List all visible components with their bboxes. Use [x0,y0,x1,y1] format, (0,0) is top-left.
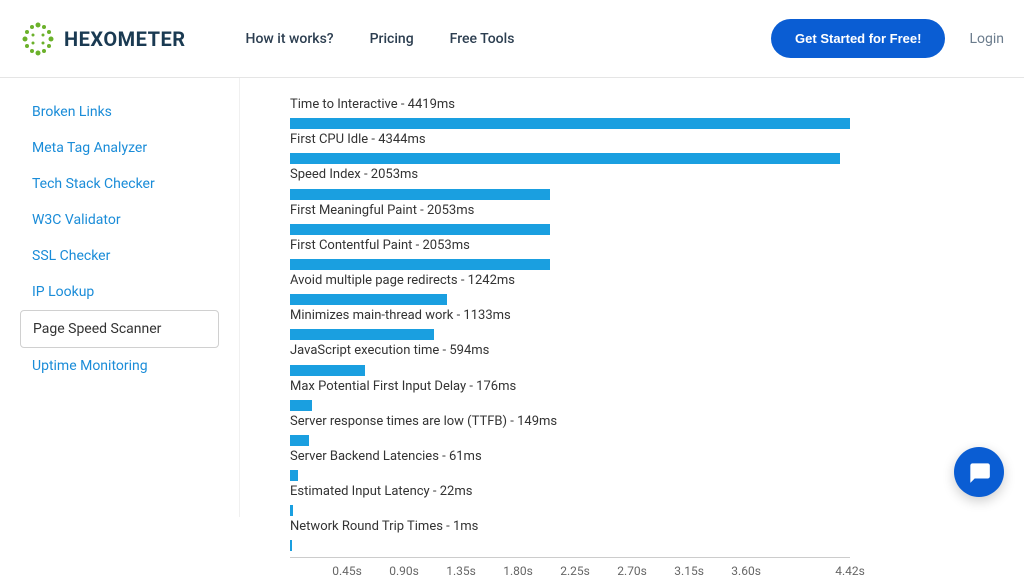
chart-bar [290,224,550,235]
chart-row: Avoid multiple page redirects - 1242ms [290,272,1004,305]
chart-bar [290,470,298,481]
chart-label: Avoid multiple page redirects - 1242ms [290,272,1004,290]
chart-bar-wrap [290,505,850,516]
sidebar-item-ssl[interactable]: SSL Checker [20,238,219,274]
chart-bar-wrap [290,470,850,481]
chart-area: Time to Interactive - 4419ms First CPU Id… [240,78,1024,517]
chart-bar-wrap [290,153,850,164]
sidebar-item-ip-lookup[interactable]: IP Lookup [20,274,219,310]
chat-widget-button[interactable] [954,447,1004,497]
chart-label: First Meaningful Paint - 2053ms [290,202,1004,220]
chart-bar-wrap [290,540,850,551]
axis-tick: 1.80s [503,564,533,578]
chart-bar [290,153,840,164]
chart-bar-wrap [290,365,850,376]
chart-label: Minimizes main-thread work - 1133ms [290,307,1004,325]
axis-tick: 2.70s [617,564,647,578]
chart-label: Time to Interactive - 4419ms [290,96,1004,114]
chart-bar [290,505,293,516]
sidebar-item-w3c[interactable]: W3C Validator [20,202,219,238]
chart-bar [290,259,550,270]
chart-label: Speed Index - 2053ms [290,166,1004,184]
logo-icon [20,21,56,57]
axis-tick: 2.25s [560,564,590,578]
header-right: Get Started for Free! Login [771,19,1004,58]
axis-tick: 1.35s [446,564,476,578]
sidebar: Broken Links Meta Tag Analyzer Tech Stac… [0,78,240,517]
logo[interactable]: HEXOMETER [20,21,186,57]
chart-row: First Meaningful Paint - 2053ms [290,202,1004,235]
chart-row: Estimated Input Latency - 22ms [290,483,1004,516]
chart-row: Network Round Trip Times - 1ms [290,518,1004,551]
chart-row: Server response times are low (TTFB) - 1… [290,413,1004,446]
axis-tick: 3.15s [674,564,704,578]
header: HEXOMETER How it works? Pricing Free Too… [0,0,1024,78]
chart-bar [290,435,309,446]
chart-bar-wrap [290,294,850,305]
chart-row: Max Potential First Input Delay - 176ms [290,378,1004,411]
axis-tick: 3.60s [731,564,761,578]
chart-row: JavaScript execution time - 594ms [290,342,1004,375]
sidebar-item-uptime[interactable]: Uptime Monitoring [20,348,219,384]
nav-free-tools[interactable]: Free Tools [450,31,515,47]
chart-label: Network Round Trip Times - 1ms [290,518,1004,536]
chart-bar [290,365,365,376]
sidebar-item-tech-stack[interactable]: Tech Stack Checker [20,166,219,202]
chart-bar-wrap [290,118,850,129]
chart-label: Max Potential First Input Delay - 176ms [290,378,1004,396]
chart-bar [290,400,312,411]
chart-row: First CPU Idle - 4344ms [290,131,1004,164]
chart-bar-wrap [290,435,850,446]
sidebar-item-meta-tag[interactable]: Meta Tag Analyzer [20,130,219,166]
chart-bar-wrap [290,224,850,235]
axis-tick: 0.90s [389,564,419,578]
chart-bar-wrap [290,329,850,340]
nav-how-it-works[interactable]: How it works? [246,31,334,47]
content: Broken Links Meta Tag Analyzer Tech Stac… [0,78,1024,517]
chart-label: Estimated Input Latency - 22ms [290,483,1004,501]
chart-label: JavaScript execution time - 594ms [290,342,1004,360]
x-axis: 0.45s 0.90s 1.35s 1.80s 2.25s 2.70s 3.15s 3.60s… [290,557,850,587]
chart-row: Time to Interactive - 4419ms [290,96,1004,129]
chart-bar [290,189,550,200]
chart-bar [290,540,292,551]
chart-row: Speed Index - 2053ms [290,166,1004,199]
chart-row: Minimizes main-thread work - 1133ms [290,307,1004,340]
axis-tick: 4.42s [835,564,865,578]
login-link[interactable]: Login [969,31,1004,47]
chart-bar-wrap [290,259,850,270]
chart-label: Server Backend Latencies - 61ms [290,448,1004,466]
chat-icon [966,459,992,485]
sidebar-item-page-speed[interactable]: Page Speed Scanner [20,310,219,348]
chart-bar-wrap [290,189,850,200]
chart-label: First Contentful Paint - 2053ms [290,237,1004,255]
logo-text: HEXOMETER [64,27,186,51]
chart-bar [290,118,850,129]
chart-row: First Contentful Paint - 2053ms [290,237,1004,270]
get-started-button[interactable]: Get Started for Free! [771,19,945,58]
chart-bar [290,329,434,340]
chart-bar [290,294,447,305]
chart-label: Server response times are low (TTFB) - 1… [290,413,1004,431]
chart-row: Server Backend Latencies - 61ms [290,448,1004,481]
sidebar-item-broken-links[interactable]: Broken Links [20,94,219,130]
axis-tick: 0.45s [332,564,362,578]
chart-bar-wrap [290,400,850,411]
main-nav: How it works? Pricing Free Tools [246,31,515,47]
chart-label: First CPU Idle - 4344ms [290,131,1004,149]
nav-pricing[interactable]: Pricing [370,31,414,47]
